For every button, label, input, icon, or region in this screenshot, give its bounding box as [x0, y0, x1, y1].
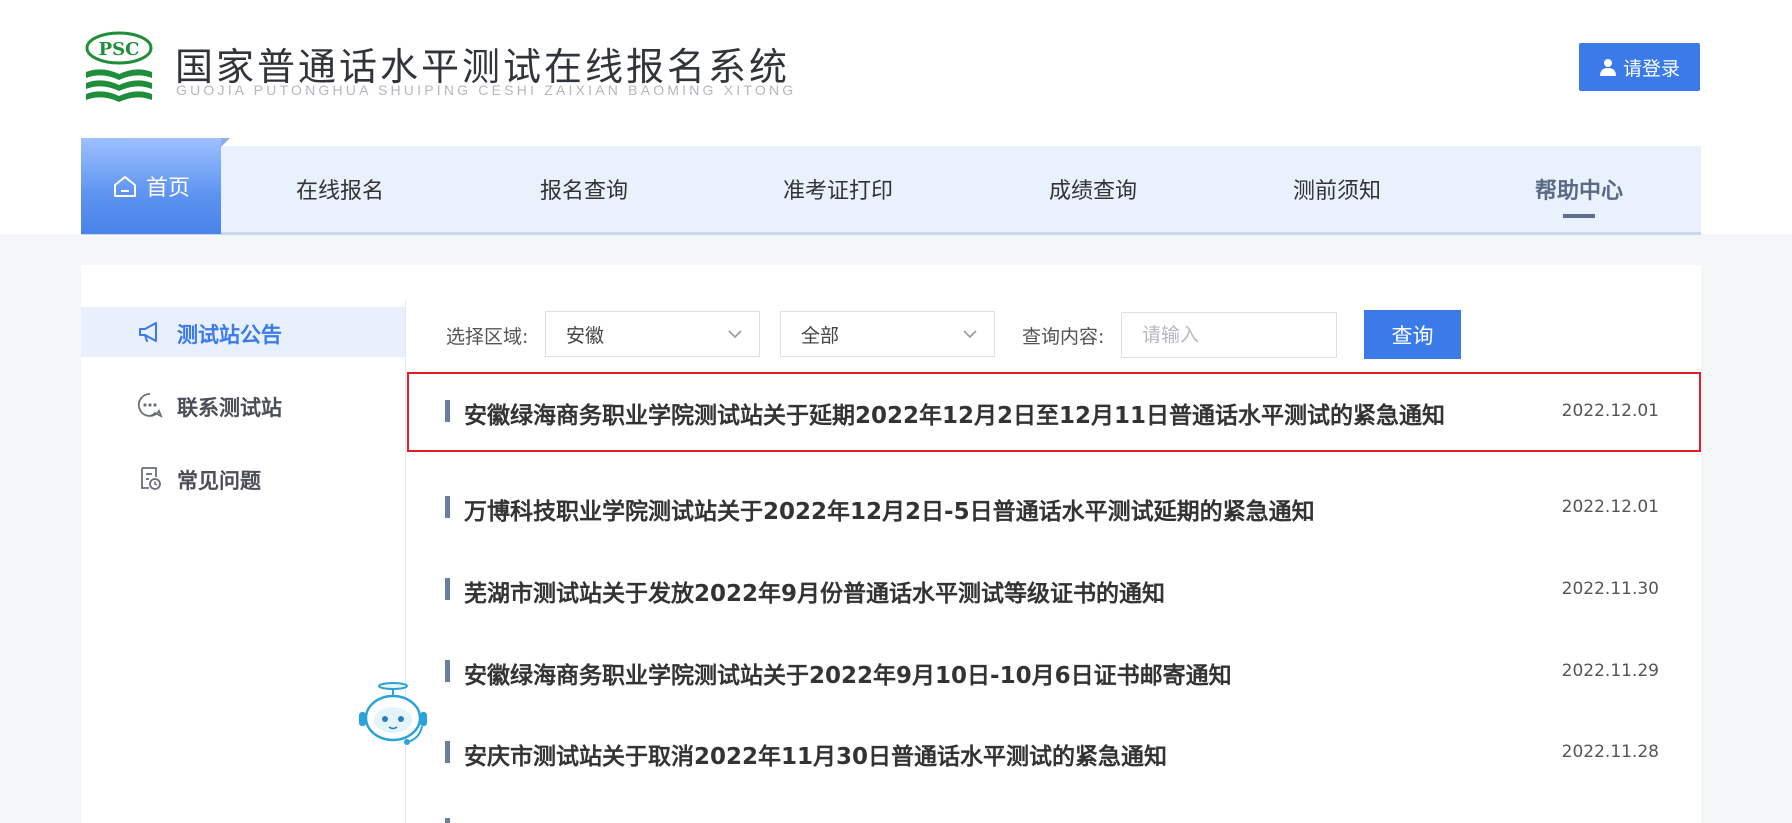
- chevron-down-icon: [728, 330, 742, 339]
- page: PSC 国家普通话水平测试在线报名系统 GUOJIA PUTONGHUA SHU…: [0, 0, 1792, 823]
- document-clock-icon: [141, 467, 161, 490]
- notice-row[interactable]: 安徽绿海商务职业学院测试站关于2022年9月10日-10月6日证书邮寄通知 20…: [407, 632, 1701, 712]
- nav-online-registration[interactable]: 在线报名: [260, 146, 420, 232]
- notice-date: 2022.11.30: [1561, 579, 1659, 599]
- notice-row[interactable]: 安徽绿海商务职业学院测试站关于延期2022年12月2日至12月11日普通话水平测…: [407, 372, 1701, 452]
- notice-row[interactable]: 万博科技职业学院测试站关于2022年12月2日-5日普通话水平测试延期的紧急通知…: [407, 468, 1701, 548]
- notice-date: 2022.11.28: [1561, 742, 1659, 762]
- nav-active-indicator: [1563, 214, 1595, 218]
- logo-text: PSC: [99, 39, 140, 60]
- robot-assistant-icon[interactable]: [356, 682, 430, 752]
- site-logo[interactable]: PSC 国家普通话水平测试在线报名系统 GUOJIA PUTONGHUA SHU…: [80, 30, 820, 110]
- home-icon: [113, 176, 136, 197]
- query-button[interactable]: 查询: [1364, 310, 1461, 359]
- scope-select-value: 全部: [801, 324, 840, 347]
- nav-home-label: 首页: [145, 176, 190, 201]
- sidebar-item-label: 测试站公告: [177, 323, 282, 347]
- region-select[interactable]: 安徽: [545, 311, 760, 357]
- nav-help-center[interactable]: 帮助中心: [1499, 146, 1659, 232]
- sidebar-item-contact-station[interactable]: 联系测试站: [81, 380, 405, 430]
- notice-marker: [445, 741, 450, 763]
- notice-marker: [445, 400, 450, 422]
- nav-pre-test-notice[interactable]: 测前须知: [1257, 146, 1417, 232]
- notice-marker: [445, 496, 450, 518]
- notice-marker: [445, 660, 450, 682]
- notice-row[interactable]: 芜湖市测试站关于发放2022年9月份普通话水平测试等级证书的通知 2022.11…: [407, 550, 1701, 630]
- nav-admission-ticket-print[interactable]: 准考证打印: [758, 146, 918, 232]
- nav-home[interactable]: 首页: [81, 138, 221, 234]
- region-select-value: 安徽: [566, 324, 605, 347]
- sidebar-item-label: 联系测试站: [177, 396, 282, 420]
- query-label: 查询内容:: [1022, 326, 1105, 348]
- notice-marker: [445, 578, 450, 600]
- user-icon: [1599, 59, 1616, 76]
- chevron-down-icon: [963, 330, 977, 339]
- notice-date: 2022.12.01: [1561, 497, 1659, 517]
- psc-logo-icon: PSC: [85, 31, 153, 102]
- notice-title: 安庆市测试站关于取消2022年11月30日普通话水平测试的紧急通知: [464, 744, 1168, 770]
- nav-home-notch: [221, 138, 230, 147]
- login-label: 请登录: [1622, 57, 1680, 80]
- nav-score-query[interactable]: 成绩查询: [1013, 146, 1173, 232]
- sidebar-item-label: 常见问题: [177, 469, 261, 493]
- notice-title: 万博科技职业学院测试站关于2022年12月2日-5日普通话水平测试延期的紧急通知: [464, 499, 1315, 525]
- login-button[interactable]: 请登录: [1579, 43, 1700, 91]
- sidebar-item-test-station-notices[interactable]: 测试站公告: [81, 307, 405, 357]
- query-input[interactable]: [1121, 312, 1337, 358]
- notice-title: 芜湖市测试站关于发放2022年9月份普通话水平测试等级证书的通知: [464, 581, 1166, 607]
- chat-bubble-icon: [137, 393, 163, 418]
- notice-marker-partial: [445, 818, 450, 823]
- megaphone-icon: [139, 322, 157, 342]
- sidebar-item-faq[interactable]: 常见问题: [81, 453, 405, 503]
- scope-select[interactable]: 全部: [780, 311, 995, 357]
- notice-date: 2022.12.01: [1561, 401, 1659, 421]
- notice-row[interactable]: 安庆市测试站关于取消2022年11月30日普通话水平测试的紧急通知 2022.1…: [407, 713, 1701, 793]
- notice-title: 安徽绿海商务职业学院测试站关于延期2022年12月2日至12月11日普通话水平测…: [464, 403, 1446, 429]
- notice-date: 2022.11.29: [1561, 661, 1659, 681]
- nav-registration-query[interactable]: 报名查询: [504, 146, 664, 232]
- notice-title: 安徽绿海商务职业学院测试站关于2022年9月10日-10月6日证书邮寄通知: [464, 663, 1232, 689]
- site-subtitle: GUOJIA PUTONGHUA SHUIPING CESHI ZAIXIAN …: [176, 82, 797, 98]
- region-label: 选择区域:: [446, 326, 529, 348]
